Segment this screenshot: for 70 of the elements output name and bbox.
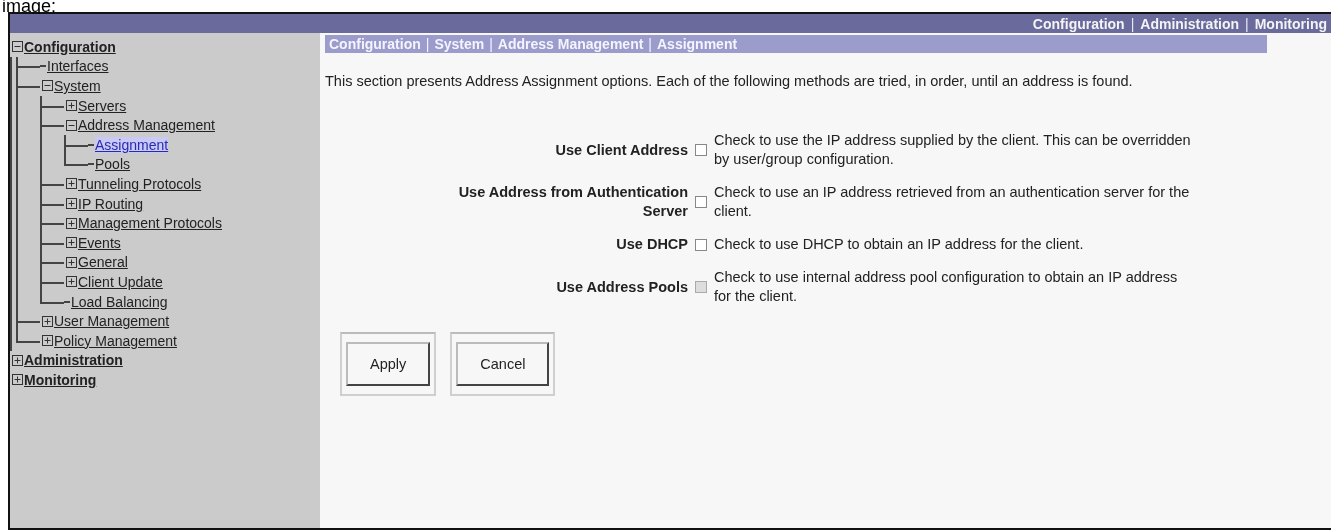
option-help-text: Check to use the IP address supplied by the client. This can be overridden by user/group configuration. [714,131,1192,169]
tree-item[interactable]: Address Management [78,117,215,134]
breadcrumb-item: Configuration [329,36,421,52]
option-label: Use Client Address [554,140,688,160]
tree-connector [40,272,64,292]
expand-icon[interactable] [66,276,77,288]
expand-icon[interactable] [12,374,23,386]
checkbox[interactable] [695,238,707,251]
expand-icon[interactable] [42,315,53,327]
collapse-icon[interactable] [12,41,23,53]
tree-connector [16,76,40,96]
option-help-text: Check to use an IP address retrieved from an authentication server for the client. [714,183,1191,221]
breadcrumb-item: Address Management [497,36,644,52]
tree-connector [40,115,64,135]
tree-item[interactable]: Configuration [24,38,116,55]
option-label: Use Address Pools [555,277,688,297]
tree-connector [64,134,88,155]
tree-connector [40,213,64,233]
tree-item[interactable]: Client Update [78,273,163,290]
option-help-text: Check to use internal address pool configuration to obtain an IP address for the client. [714,268,1179,306]
expand-icon[interactable] [66,100,77,112]
collapse-icon[interactable] [42,80,53,92]
tree-connector [16,311,40,331]
tree-item[interactable]: Interfaces [47,58,109,75]
tree-item[interactable]: Monitoring [24,371,97,388]
tree-connector [40,252,64,273]
tree-item[interactable]: User Management [54,313,170,330]
expand-icon[interactable] [66,256,77,268]
expand-icon[interactable] [66,217,77,229]
nav-link[interactable]: Administration [1140,15,1240,32]
expand-icon[interactable] [42,335,53,347]
option-label: Use Address from Authentication Server [457,183,688,221]
tree-item[interactable]: Pools [95,156,131,173]
expand-icon[interactable] [12,354,23,366]
expand-icon[interactable] [66,237,77,249]
separator-text: | [489,36,493,52]
breadcrumb-item: Assignment [657,36,738,52]
tree-connector [40,174,64,194]
option-label: Use DHCP [615,235,688,254]
tree-item[interactable]: Load Balancing [71,293,168,310]
tree-item[interactable]: Assignment [95,136,169,153]
expand-icon[interactable] [66,198,77,210]
tree-item[interactable]: Servers [78,97,127,114]
nav-link[interactable]: Monitoring [1254,15,1327,32]
tree-item[interactable]: General [78,254,128,271]
tree-item[interactable]: Tunneling Protocols [78,175,202,192]
tree-connector [40,193,64,214]
form-button[interactable]: Apply [346,342,431,386]
tree-item[interactable]: Administration [24,352,123,369]
separator-text: | [1130,15,1135,32]
separator-text: | [648,36,652,52]
option-help-text: Check to use DHCP to obtain an IP address for the client. [714,235,1085,254]
separator-text: | [425,36,430,52]
checkbox[interactable] [695,196,707,208]
tree-item[interactable]: Policy Management [54,332,177,349]
tree-connector [40,95,64,116]
tree-connector [40,232,64,253]
separator-text: | [1245,15,1249,32]
tree-connector [16,56,40,77]
intro-text: This section presents Address Assignment options. Each of the following methods are tried, in order, until an address is found. [325,72,1134,91]
nav-link[interactable]: Configuration [1032,15,1125,32]
tree-item[interactable]: Events [78,234,121,251]
form-button[interactable]: Cancel [456,342,550,386]
expand-icon[interactable] [66,178,77,190]
collapse-icon[interactable] [66,119,77,131]
tree-item[interactable]: System [54,78,101,94]
breadcrumb-item: System [434,36,485,52]
checkbox[interactable] [695,144,707,156]
tree-item[interactable]: IP Routing [78,195,144,212]
tree-item[interactable]: Management Protocols [78,215,222,232]
